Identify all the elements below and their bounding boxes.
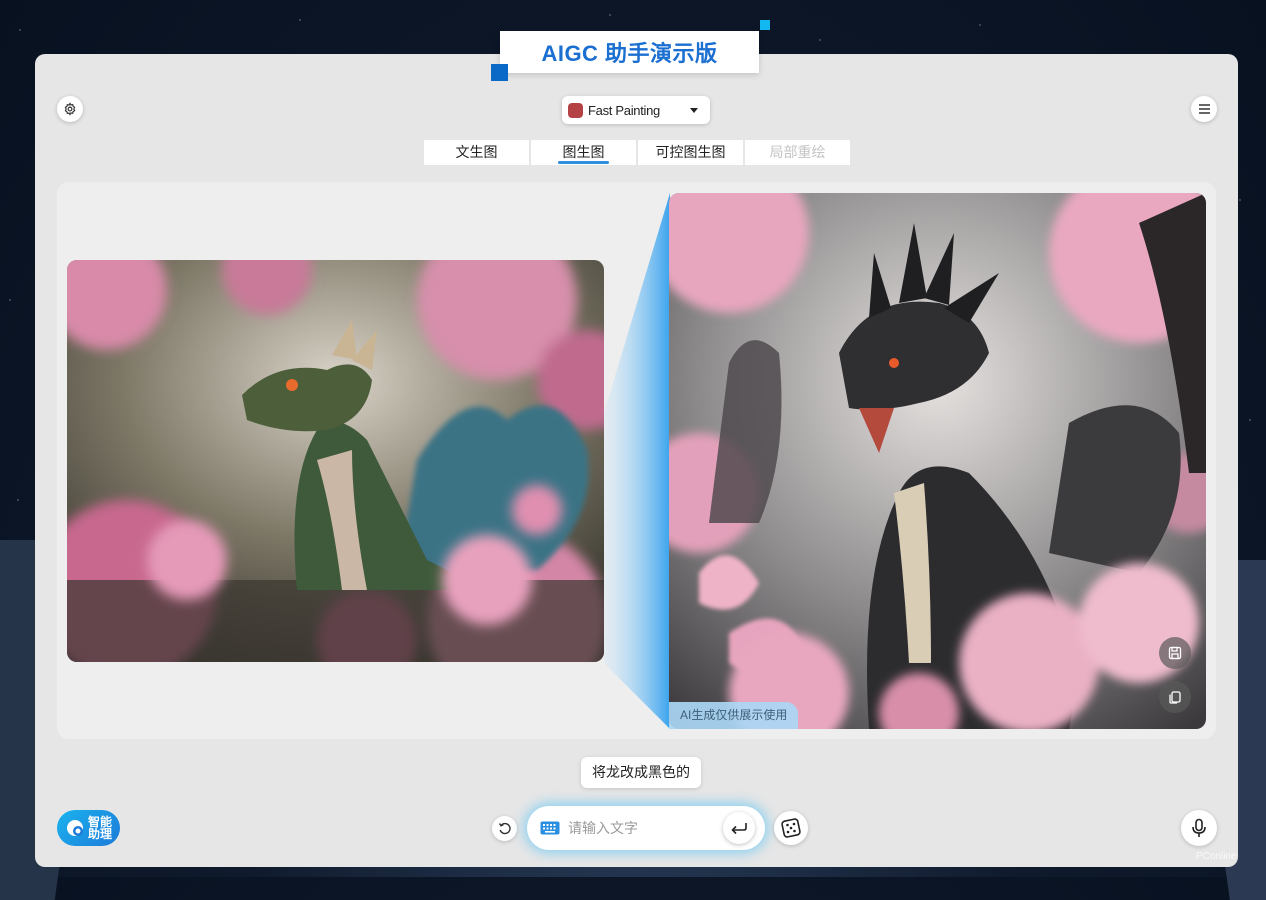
ai-watermark-tag: AI生成仅供展示使用 bbox=[669, 702, 799, 729]
microphone-icon bbox=[1192, 818, 1206, 837]
site-watermark: PConline bbox=[1196, 851, 1237, 862]
prompt-input-container bbox=[527, 806, 765, 850]
assistant-label: 智能助理 bbox=[88, 815, 113, 841]
save-icon bbox=[1168, 646, 1182, 660]
tab-text-to-image[interactable]: 文生图 bbox=[424, 140, 529, 165]
tab-image-to-image[interactable]: 图生图 bbox=[531, 140, 636, 165]
smart-assistant-button[interactable]: 智能助理 bbox=[57, 810, 120, 846]
voice-input-button[interactable] bbox=[1181, 810, 1217, 846]
refresh-icon bbox=[498, 822, 511, 834]
copy-image-button[interactable] bbox=[1159, 681, 1191, 713]
random-prompt-button[interactable] bbox=[774, 811, 808, 845]
chevron-down-icon bbox=[690, 107, 698, 113]
title-decoration-square-small bbox=[760, 20, 770, 30]
assistant-chat-icon bbox=[67, 820, 83, 836]
dice-icon bbox=[781, 818, 801, 838]
model-select-label: Fast Painting bbox=[588, 102, 660, 118]
copy-icon bbox=[1169, 691, 1181, 704]
submit-button[interactable] bbox=[723, 812, 755, 844]
model-color-swatch bbox=[568, 102, 583, 118]
app-title: AIGC 助手演示版 bbox=[541, 41, 718, 66]
settings-button[interactable] bbox=[57, 96, 83, 122]
last-prompt-bubble: 将龙改成黑色的 bbox=[581, 757, 701, 788]
keyboard-icon bbox=[540, 821, 560, 835]
hamburger-menu-icon bbox=[1198, 104, 1210, 114]
tab-inpainting: 局部重绘 bbox=[745, 140, 850, 165]
transform-beam bbox=[604, 193, 670, 729]
source-image bbox=[67, 260, 604, 662]
generated-image bbox=[669, 193, 1206, 729]
model-select[interactable]: Fast Painting bbox=[562, 96, 710, 124]
enter-icon bbox=[731, 823, 747, 835]
save-image-button[interactable] bbox=[1159, 637, 1191, 669]
title-decoration-square bbox=[491, 64, 508, 81]
prompt-input[interactable] bbox=[566, 819, 710, 837]
gear-icon bbox=[64, 102, 76, 116]
reset-button[interactable] bbox=[492, 816, 517, 841]
tab-controlnet[interactable]: 可控图生图 bbox=[638, 140, 743, 165]
mode-tabs: 文生图 图生图 可控图生图 局部重绘 bbox=[424, 140, 850, 165]
app-title-box: AIGC 助手演示版 bbox=[500, 31, 759, 73]
menu-button[interactable] bbox=[1191, 96, 1217, 122]
